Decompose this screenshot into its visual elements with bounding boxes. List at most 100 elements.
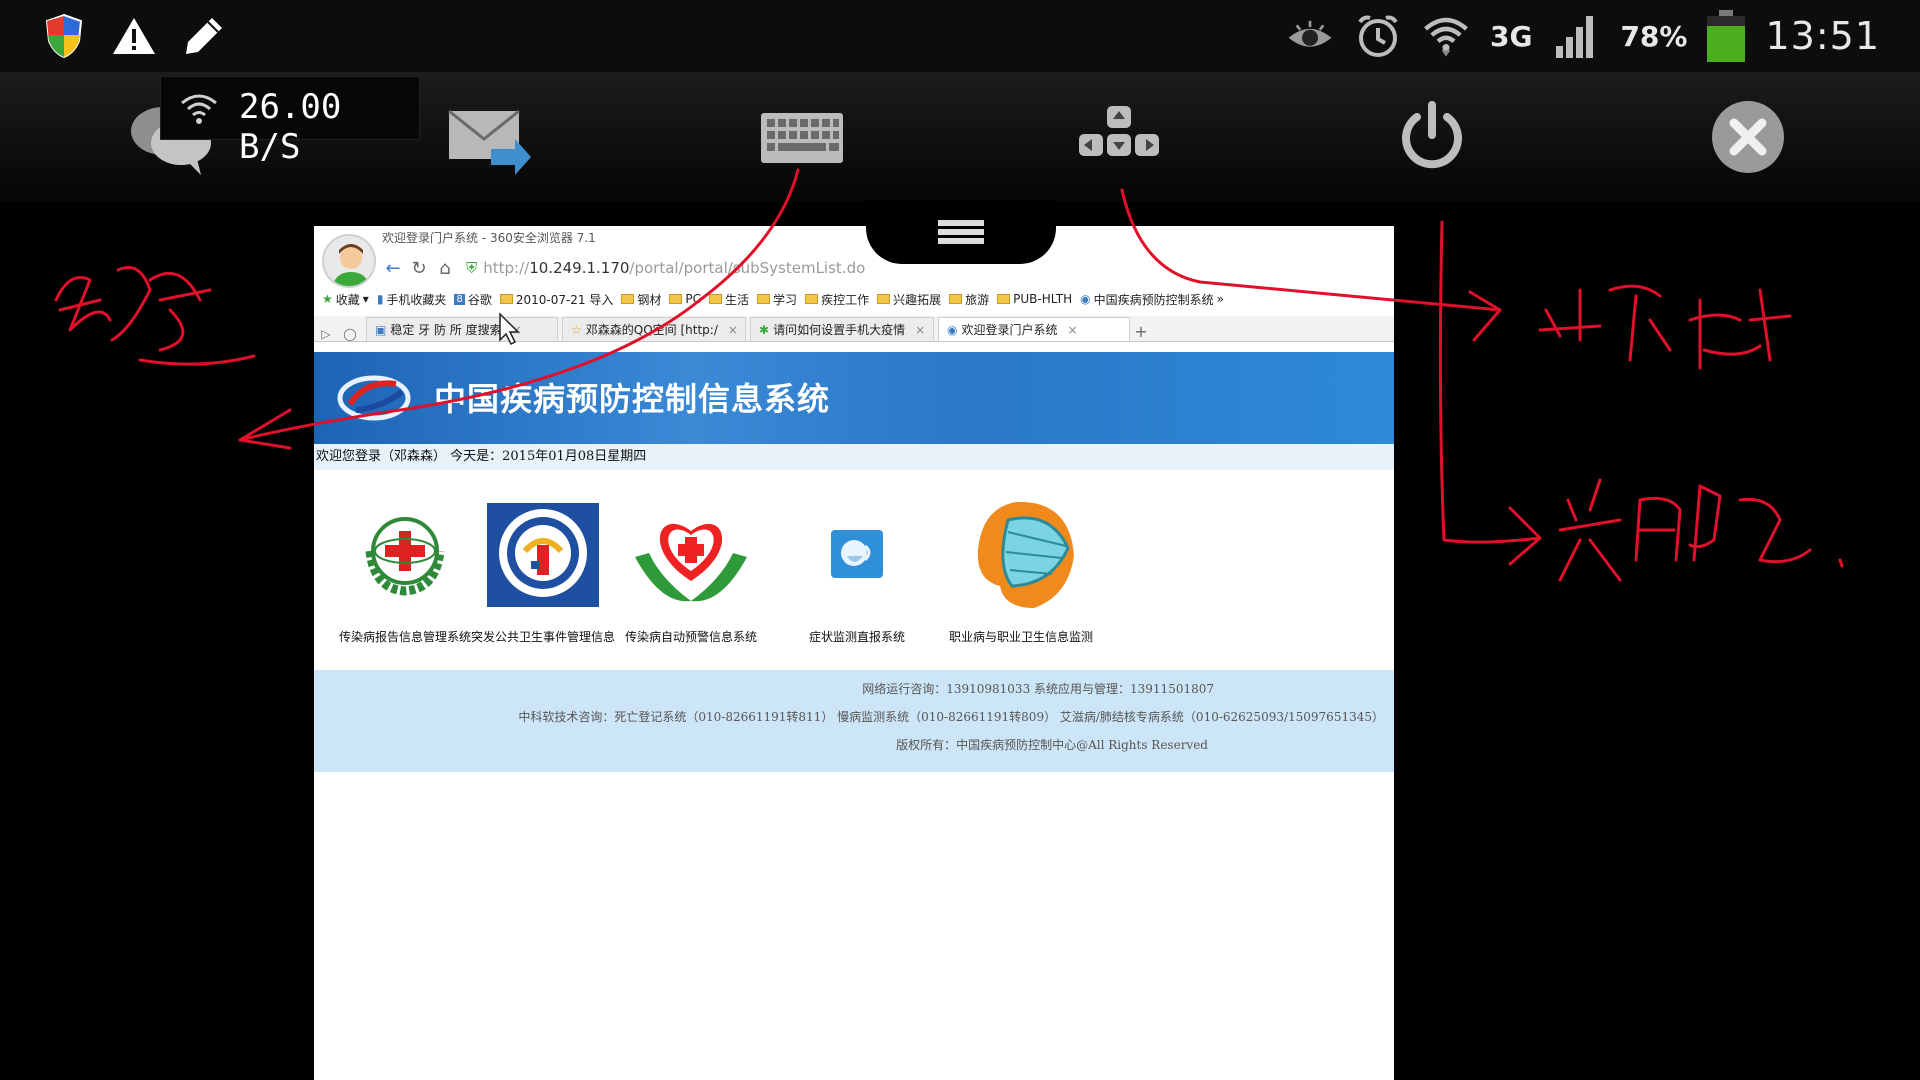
folder-icon [877, 294, 891, 304]
star-icon: ☆ [571, 322, 582, 337]
subsystem-label: 职业病与职业卫生信息监测 [948, 630, 1093, 644]
page-banner: 中国疾病预防控制信息系统 [314, 352, 1394, 444]
close-tab-icon[interactable]: × [1068, 323, 1078, 337]
remote-screen[interactable]: 欢迎登录门户系统 - 360安全浏览器 7.1 ← ↻ ⌂ ⛨ http://1… [314, 226, 1394, 1080]
browser-window-title: 欢迎登录门户系统 - 360安全浏览器 7.1 [382, 231, 596, 245]
subsystem-label: 传染病自动预警信息系统 [624, 630, 757, 644]
footer-support: 中科软技术咨询：死亡登记系统（010-82661191转811） 慢病监测系统（… [518, 710, 1384, 724]
subsystem-item[interactable]: 传染病报告信息管理系统 [330, 496, 480, 645]
new-tab-button[interactable]: + [1130, 322, 1152, 341]
subsystem-item[interactable]: 症状监测直报系统 [782, 496, 932, 645]
bookmark-item[interactable]: ▮ 手机收藏夹 [377, 291, 447, 308]
subsystem-item[interactable]: 职业病与职业卫生信息监测 [946, 496, 1096, 645]
subsystem-item[interactable]: 传染病自动预警信息系统 [616, 496, 766, 645]
footer-copyright: 版权所有：中国疾病预防控制中心@All Rights Reserved [896, 738, 1208, 752]
power-icon [1402, 101, 1462, 169]
cdc-logo [337, 375, 411, 421]
speed-value: 26.00 B/S [239, 87, 342, 167]
keyboard-button[interactable] [752, 92, 852, 182]
phone-icon: ▮ [376, 292, 384, 306]
bookmark-item[interactable]: 8 谷歌 [454, 291, 492, 308]
banner-title: 中国疾病预防控制信息系统 [434, 380, 831, 418]
home-icon[interactable]: ⌂ [432, 258, 458, 279]
bookmark-folder[interactable]: 学习 [757, 291, 797, 308]
bookmark-folder[interactable]: 2010-07-21 导入 [499, 291, 613, 308]
user-avatar[interactable] [322, 234, 376, 288]
power-button[interactable] [1382, 92, 1482, 182]
folder-icon [499, 294, 513, 304]
warning-icon [110, 12, 158, 60]
folder-icon [805, 294, 819, 304]
star-icon: ★ [322, 292, 333, 306]
subsystem-list: 传染病报告信息管理系统 突发公共卫生事件管理信息 传染病自动预警信息系统 症状监… [314, 496, 1394, 666]
welcome-line: 欢迎您登录（邓森森） 今天是：2015年01月08日星期四 [314, 444, 1394, 470]
bookmark-item[interactable]: ◉ 中国疾病预防控制系统 » [1080, 291, 1224, 308]
bookmark-folder[interactable]: 兴趣拓展 [877, 291, 941, 308]
sidebar-toggle-icon[interactable]: ▷ [314, 327, 338, 341]
bookmark-folder[interactable]: 钢材 [621, 291, 661, 308]
annotation-arrow-power [1438, 220, 1542, 566]
back-arrow-icon[interactable]: ← [380, 258, 406, 279]
url-prefix: http:// [483, 259, 530, 277]
tab-question[interactable]: ✱ 请问如何设置手机大疫情 × [750, 317, 934, 341]
alarm-icon [1354, 12, 1402, 60]
hamburger-icon [938, 217, 984, 247]
folder-icon [621, 294, 635, 304]
bookmark-folder[interactable]: 旅游 [949, 291, 989, 308]
send-mail-button[interactable] [438, 92, 538, 182]
tab-qzone[interactable]: ☆ 邓森森的QQ空间 [http:/× [562, 317, 746, 341]
url-host: 10.249.1.170 [529, 259, 630, 277]
subsystem-label: 突发公共卫生事件管理信息 [470, 630, 615, 644]
bookmark-item[interactable]: ★ 收藏 ▾ [322, 291, 369, 308]
keyboard-icon [761, 113, 843, 163]
close-button[interactable] [1698, 92, 1798, 182]
google-icon: 8 [454, 293, 465, 305]
handwriting-power [1558, 478, 1844, 582]
close-tab-icon[interactable]: × [915, 323, 925, 337]
handwriting-keyboard [54, 266, 256, 366]
footer-contact: 网络运行咨询：13910981033 系统应用与管理：13911501807 [862, 682, 1214, 696]
clock: 13:51 [1765, 14, 1880, 58]
network-speed-indicator: 26.00 B/S [160, 76, 420, 167]
close-icon [1712, 101, 1784, 173]
shield-icon: ⛨ [466, 259, 478, 277]
page-icon: ▣ [375, 322, 387, 337]
subsystem-item[interactable]: 突发公共卫生事件管理信息 [468, 496, 618, 645]
folder-icon [669, 294, 683, 304]
wifi-icon [181, 94, 217, 124]
bookmark-folder[interactable]: PC [669, 292, 701, 306]
bookmark-folder[interactable]: 生活 [709, 291, 749, 308]
dpad-button[interactable] [1068, 92, 1168, 182]
folder-icon [709, 294, 723, 304]
eye-icon [1286, 12, 1334, 60]
mouse-cursor-icon [499, 312, 520, 346]
globe-icon: ◉ [1080, 292, 1091, 306]
folder-icon [997, 294, 1011, 304]
tab-search[interactable]: ▣ 稳定 牙 防 所 度搜索 × [366, 317, 558, 341]
dpad-icon [1079, 106, 1159, 156]
tab-strip: ▷ ◯ ▣ 稳定 牙 防 所 度搜索 × ☆ 邓森森的QQ空间 [http:/× ✱ 请… [314, 316, 1394, 342]
bookmark-folder[interactable]: PUB-HLTH [997, 292, 1072, 306]
battery-percent-label: 78% [1620, 19, 1688, 53]
menu-pulldown-button[interactable] [866, 200, 1056, 264]
pencil-icon [180, 12, 228, 60]
bookmark-folder[interactable]: 疾控工作 [805, 291, 869, 308]
close-tab-icon[interactable]: × [728, 323, 738, 337]
folder-icon [757, 294, 771, 304]
heart-hands-icon [635, 523, 747, 602]
restore-tabs-icon[interactable]: ◯ [338, 327, 362, 341]
red-cross-emblem-icon [365, 517, 445, 596]
send-mail-icon [448, 109, 531, 175]
battery-icon [1707, 10, 1746, 62]
network-type-label: 3G [1489, 19, 1533, 53]
symptom-monitor-icon [831, 530, 883, 578]
folder-icon [949, 294, 963, 304]
subsystem-label: 传染病报告信息管理系统 [338, 630, 471, 644]
leaf-icon: ✱ [759, 322, 770, 337]
refresh-icon[interactable]: ↻ [406, 258, 432, 279]
status-bar: 3G 78% 13:51 [0, 0, 1920, 72]
globe-icon: ◉ [947, 322, 958, 337]
signal-icon [1552, 12, 1600, 60]
tab-portal[interactable]: ◉ 欢迎登录门户系统 × [938, 317, 1130, 341]
page-footer: 网络运行咨询：13910981033 系统应用与管理：13911501807 中… [314, 670, 1394, 772]
